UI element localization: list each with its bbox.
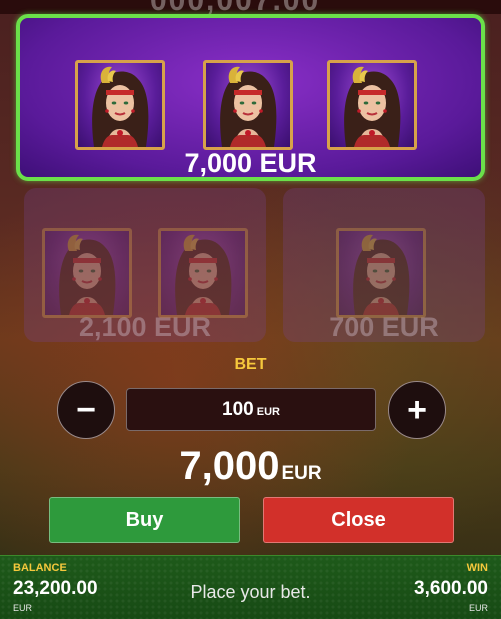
bet-value: 100 bbox=[222, 399, 254, 420]
lady-symbol-icon bbox=[158, 228, 248, 318]
lady-symbol-icon bbox=[327, 60, 417, 150]
total-value: 7,000 bbox=[179, 444, 280, 488]
decrease-bet-button[interactable]: − bbox=[57, 381, 115, 439]
prize-card-3-symbols[interactable]: 7,000 EUR bbox=[16, 14, 485, 181]
prize-amount: 700 EUR bbox=[329, 312, 439, 342]
minus-icon: − bbox=[76, 391, 96, 429]
buy-button[interactable]: Buy bbox=[49, 497, 240, 543]
prize-amount: 2,100 EUR bbox=[78, 312, 212, 342]
prize-card-2-symbols[interactable]: 2,100 EUR bbox=[24, 188, 266, 342]
top-strip: 000,007.00 bbox=[0, 0, 501, 14]
lady-symbol-icon bbox=[203, 60, 293, 150]
prize-card-1-symbol[interactable]: 700 EUR bbox=[283, 188, 485, 342]
bet-amount-field[interactable]: 100 EUR bbox=[126, 388, 376, 431]
lady-symbol-icon bbox=[42, 228, 132, 318]
prize-amount: 7,000 EUR bbox=[184, 148, 317, 178]
increase-bet-button[interactable]: + bbox=[388, 381, 446, 439]
win-label: WIN bbox=[466, 562, 488, 574]
status-bar: BALANCE 23,200.00 EUR Place your bet. WI… bbox=[0, 555, 501, 619]
win-currency: EUR bbox=[468, 603, 488, 613]
top-ghost-text: 000,007.00 bbox=[150, 0, 320, 14]
balance-currency: EUR bbox=[13, 603, 33, 613]
close-button[interactable]: Close bbox=[263, 497, 454, 543]
bet-label: BET bbox=[234, 356, 267, 373]
balance-label: BALANCE bbox=[13, 562, 67, 574]
plus-icon: + bbox=[407, 391, 427, 429]
total-currency: EUR bbox=[281, 463, 322, 484]
win-value: 3,600.00 bbox=[414, 578, 488, 599]
total-win-display: 7,000 EUR bbox=[0, 444, 501, 489]
lady-symbol-icon bbox=[336, 228, 426, 318]
bet-currency: EUR bbox=[256, 406, 280, 418]
lady-symbol-icon bbox=[75, 60, 165, 150]
